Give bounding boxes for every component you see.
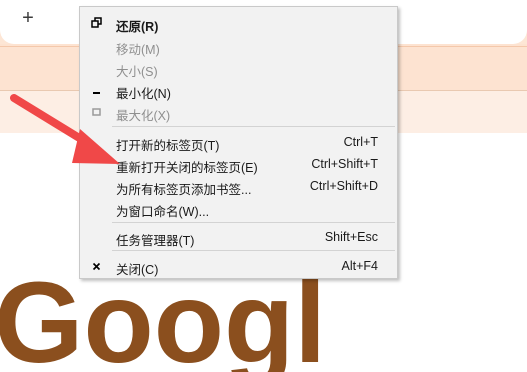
menu-item-new-tab[interactable]: 打开新的标签页(T) Ctrl+T: [81, 131, 396, 153]
menu-item-reopen-closed-tab[interactable]: 重新打开关闭的标签页(E) Ctrl+Shift+T: [81, 153, 396, 175]
new-tab-button[interactable]: +: [18, 8, 38, 28]
menu-item-shortcut: Ctrl+Shift+T: [311, 157, 378, 171]
menu-item-label: 移动(M): [116, 43, 160, 57]
window-system-menu: 还原(R) 移动(M) 大小(S) 最小化(N) 最大化(X) 打开新的标签页(…: [79, 6, 398, 279]
menu-item-label: 最大化(X): [116, 109, 171, 123]
menu-separator: [112, 126, 395, 127]
menu-item-label: 大小(S): [116, 65, 158, 79]
menu-item-label: 最小化(N): [116, 87, 171, 101]
minimize-icon: [93, 92, 100, 94]
menu-item-shortcut: Shift+Esc: [324, 230, 378, 244]
menu-item-shortcut: Ctrl+Shift+D: [309, 179, 378, 193]
menu-separator: [112, 250, 395, 251]
menu-item-label: 为所有标签页添加书签...: [116, 183, 252, 197]
menu-item-label: 任务管理器(T): [116, 234, 195, 248]
restore-icon: [91, 17, 102, 28]
menu-item-name-window[interactable]: 为窗口命名(W)...: [81, 197, 396, 219]
menu-item-label: 打开新的标签页(T): [116, 139, 220, 153]
menu-item-label: 还原(R): [116, 20, 159, 34]
menu-item-task-manager[interactable]: 任务管理器(T) Shift+Esc: [81, 226, 396, 248]
menu-item-label: 为窗口命名(W)...: [116, 205, 210, 219]
menu-item-size: 大小(S): [81, 57, 396, 79]
menu-separator: [112, 222, 395, 223]
maximize-icon: [92, 108, 101, 116]
menu-item-restore[interactable]: 还原(R): [81, 12, 396, 34]
menu-item-shortcut: Ctrl+T: [343, 135, 378, 149]
close-icon: [92, 262, 101, 271]
menu-item-label: 重新打开关闭的标签页(E): [116, 161, 258, 175]
menu-item-move: 移动(M): [81, 35, 396, 57]
menu-item-bookmark-all-tabs[interactable]: 为所有标签页添加书签... Ctrl+Shift+D: [81, 175, 396, 197]
menu-item-close[interactable]: 关闭(C) Alt+F4: [81, 255, 396, 277]
menu-item-minimize[interactable]: 最小化(N): [81, 79, 396, 101]
menu-item-maximize: 最大化(X): [81, 101, 396, 123]
menu-item-shortcut: Alt+F4: [341, 259, 378, 273]
menu-item-label: 关闭(C): [116, 263, 159, 277]
